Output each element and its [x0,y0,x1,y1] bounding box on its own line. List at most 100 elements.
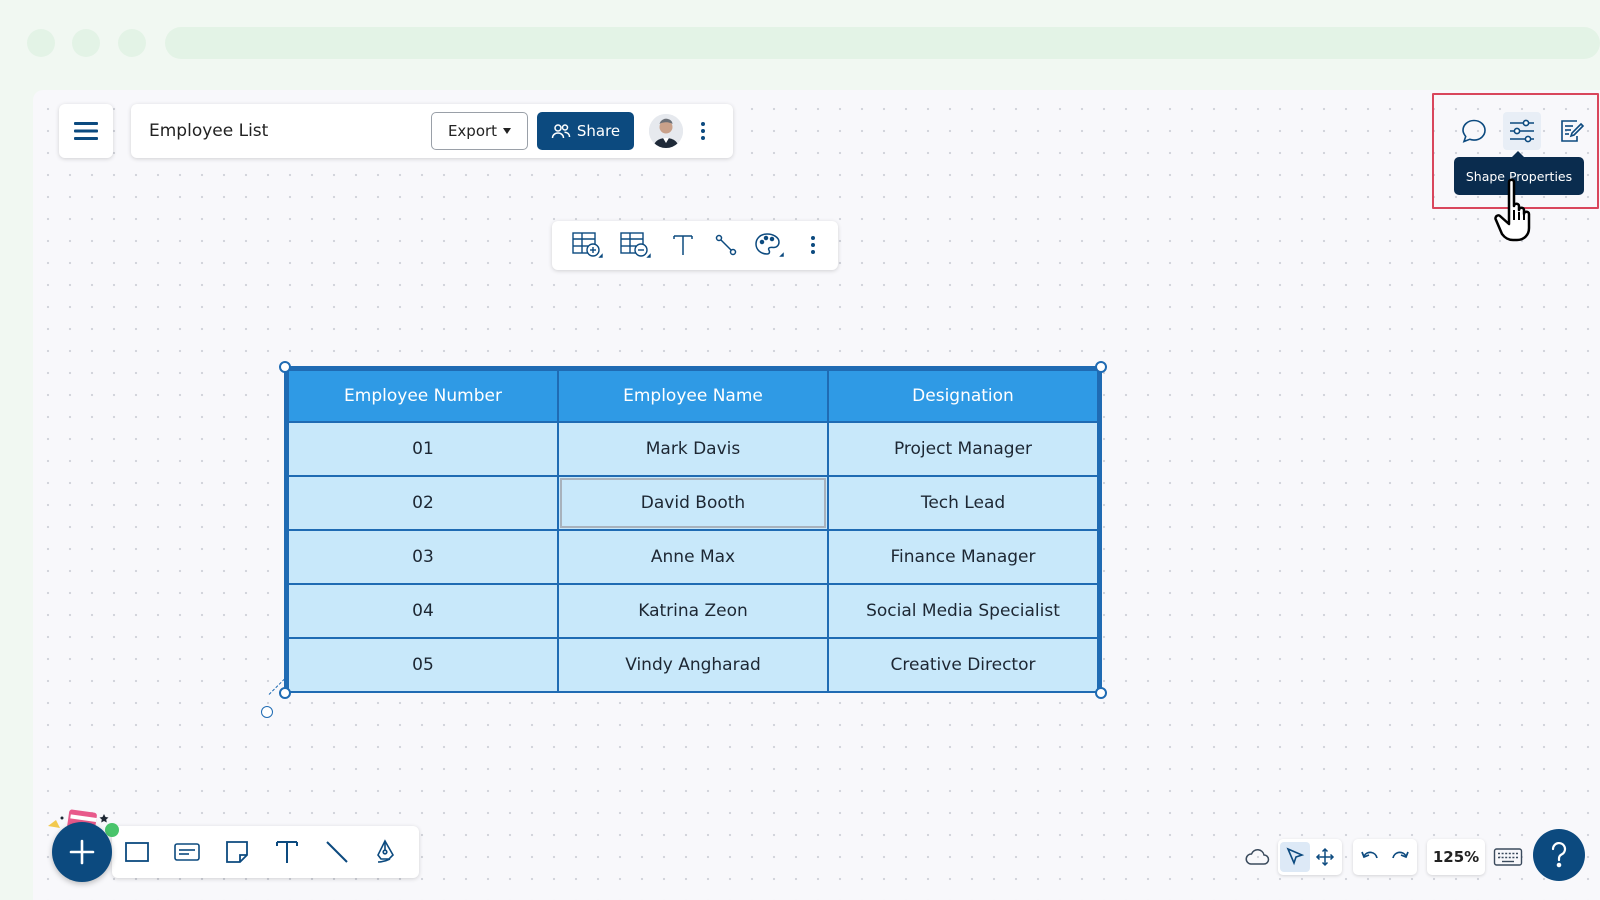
table-row: 04 Katrina Zeon Social Media Specialist [287,583,1099,639]
table-header-row: Employee Number Employee Name Designatio… [287,369,1099,423]
card-icon [174,843,200,861]
line-icon [326,841,348,863]
users-icon [551,124,571,139]
delete-row-column-button[interactable] [616,226,654,264]
add-shape-button[interactable] [52,822,112,882]
shape-properties-tooltip: Shape Properties [1454,151,1584,195]
cloud-icon [1245,848,1270,865]
user-avatar[interactable] [649,114,683,148]
help-button[interactable] [1533,829,1585,881]
table-cell[interactable]: Project Manager [827,421,1099,477]
table-add-icon [572,232,603,258]
comments-button[interactable] [1455,112,1493,150]
fill-color-button[interactable] [750,226,788,264]
plus-icon [69,839,95,865]
table-cell[interactable]: Creative Director [827,637,1099,693]
zoom-level: 125% [1432,848,1480,866]
caret-down-icon [503,128,512,134]
window-dot [72,29,100,57]
share-button[interactable]: Share [537,112,634,150]
hamburger-icon [74,122,98,140]
table-row: 05 Vindy Angharad Creative Director [287,637,1099,693]
document-title[interactable]: Employee List [149,121,268,141]
pointer-icon [1286,847,1305,866]
main-menu-button[interactable] [59,104,113,158]
window-dot [118,29,146,57]
rotate-handle[interactable] [261,706,273,718]
table-remove-icon [620,232,651,258]
undo-button[interactable] [1355,842,1385,872]
table-cell[interactable]: Anne Max [557,529,829,585]
table-cell[interactable]: Social Media Specialist [827,583,1099,639]
notes-button[interactable] [1552,112,1590,150]
pan-tool[interactable] [1310,842,1340,872]
table-cell[interactable]: 03 [287,529,559,585]
keyboard-icon [1493,848,1523,866]
shape-toolbar [112,826,419,878]
zoom-control[interactable]: 125% [1427,839,1485,875]
resize-handle-bottom-left[interactable] [279,687,291,699]
connector-icon [715,234,737,256]
keyboard-shortcuts-button[interactable] [1490,842,1526,872]
table-cell[interactable]: 05 [287,637,559,693]
right-toolbar [1425,106,1585,156]
text-icon [673,235,693,255]
pointer-tool-group [1278,839,1342,875]
palette-icon [755,233,784,257]
connector-button[interactable] [707,226,745,264]
address-bar[interactable] [165,27,1600,59]
rectangle-tool[interactable] [118,833,156,871]
table-cell[interactable]: 01 [287,421,559,477]
sticky-note-tool[interactable] [218,833,256,871]
move-icon [1315,847,1335,867]
shape-properties-button[interactable] [1503,112,1541,150]
avatar-image [649,114,683,148]
table-cell[interactable]: 04 [287,583,559,639]
more-options-button[interactable] [691,118,715,144]
edit-note-icon [1561,120,1585,142]
table-cell[interactable]: Finance Manager [827,529,1099,585]
browser-chrome [0,0,1600,90]
export-button[interactable]: Export [431,112,528,150]
table-grid: Employee Number Employee Name Designatio… [287,369,1099,693]
table-cell[interactable]: Tech Lead [827,475,1099,531]
table-cell[interactable]: Katrina Zeon [557,583,829,639]
rectangle-icon [125,842,149,862]
table-cell[interactable]: Mark Davis [557,421,829,477]
resize-handle-bottom-right[interactable] [1095,687,1107,699]
line-tool[interactable] [318,833,356,871]
insert-row-column-button[interactable] [568,226,606,264]
history-group [1353,839,1417,875]
more-table-options-button[interactable] [794,226,832,264]
sliders-icon [1510,119,1534,143]
table-row: 02 David Booth Tech Lead [287,475,1099,531]
resize-handle-top-right[interactable] [1095,361,1107,373]
text-tool[interactable] [268,833,306,871]
table-row: 03 Anne Max Finance Manager [287,529,1099,585]
redo-button[interactable] [1385,842,1415,872]
undo-icon [1361,851,1378,859]
text-format-button[interactable] [664,226,702,264]
sticky-note-icon [226,841,248,863]
pen-tool[interactable] [368,833,406,871]
column-header[interactable]: Designation [827,369,1099,423]
window-dot [27,29,55,57]
column-header[interactable]: Employee Name [557,369,829,423]
table-context-toolbar [552,221,838,270]
kebab-icon [701,122,705,140]
table-cell[interactable]: 02 [287,475,559,531]
select-tool[interactable] [1280,842,1310,872]
selected-table-cell[interactable]: David Booth [557,475,829,531]
cloud-sync-button[interactable] [1242,842,1272,872]
share-label: Share [576,122,621,140]
text-icon [276,841,298,863]
column-header[interactable]: Employee Number [287,369,559,423]
document-header: Employee List Export Share [131,104,733,158]
card-tool[interactable] [168,833,206,871]
table-row: 01 Mark Davis Project Manager [287,421,1099,477]
employee-table[interactable]: Employee Number Employee Name Designatio… [284,366,1102,693]
export-label: Export [447,122,498,140]
table-cell[interactable]: Vindy Angharad [557,637,829,693]
kebab-icon [811,236,815,254]
resize-handle-top-left[interactable] [279,361,291,373]
